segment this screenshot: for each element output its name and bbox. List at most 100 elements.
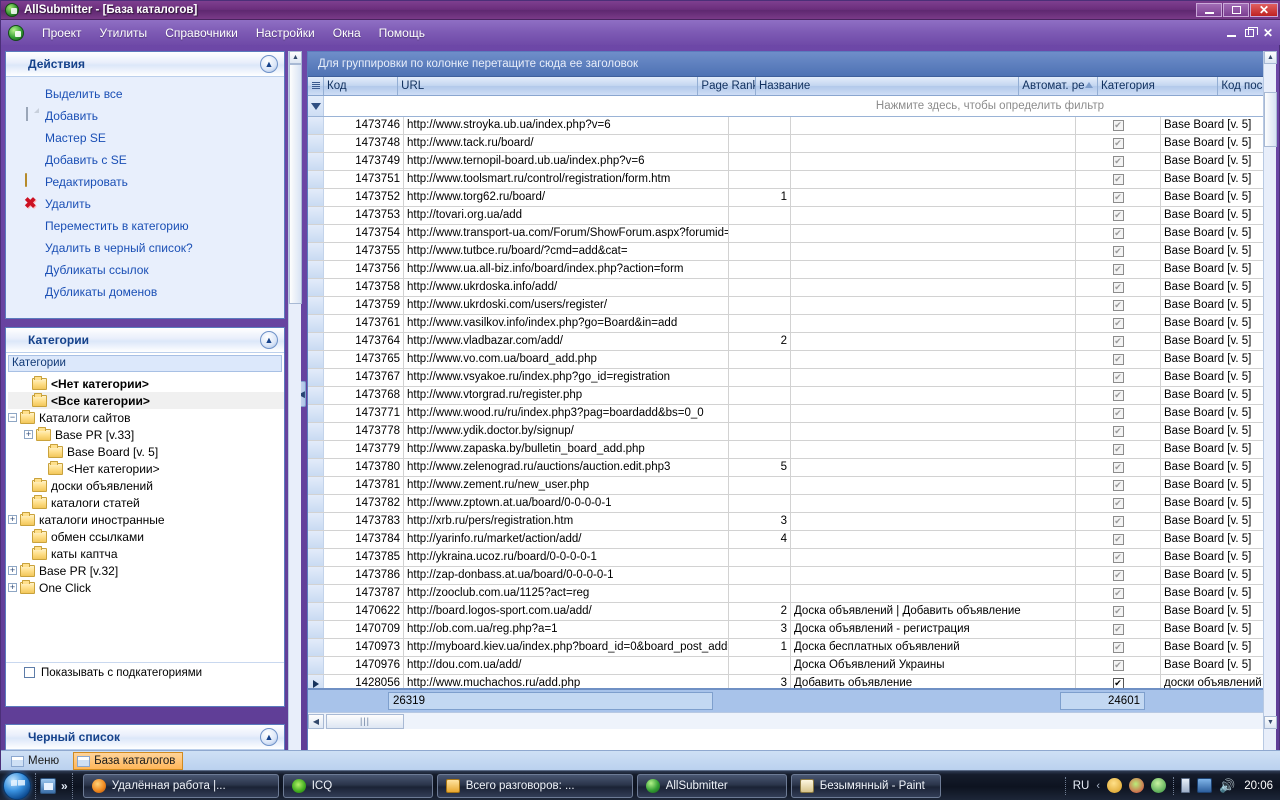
cell-url[interactable]: http://www.tack.ru/board/ <box>404 135 729 152</box>
cell-name[interactable]: Доска объявлений - регистрация <box>791 621 1076 638</box>
cell-url[interactable]: http://www.vo.com.ua/board_add.php <box>404 351 729 368</box>
tree-expander-collapse-icon[interactable]: − <box>8 413 17 422</box>
checkbox-icon[interactable] <box>1113 570 1124 581</box>
checkbox-icon[interactable] <box>1113 390 1124 401</box>
table-row[interactable]: 1473746http://www.stroyka.ub.ua/index.ph… <box>308 117 1274 135</box>
cell-category[interactable]: Base Board [v. 5] <box>1161 225 1274 242</box>
tree-node-foreign-catalogs[interactable]: + каталоги иностранные <box>8 511 284 528</box>
cell-name[interactable] <box>791 549 1076 566</box>
cell-pagerank[interactable] <box>729 387 791 404</box>
cell-auto-registration[interactable] <box>1076 423 1161 440</box>
row-indicator[interactable] <box>308 405 324 422</box>
cell-category[interactable]: Base Board [v. 5] <box>1161 279 1274 296</box>
cell-url[interactable]: http://www.tutbce.ru/board/?cmd=add&cat= <box>404 243 729 260</box>
taskbar-item-allsubmitter[interactable]: AllSubmitter <box>637 774 787 798</box>
cell-code[interactable]: 1473756 <box>324 261 404 278</box>
cell-auto-registration[interactable] <box>1076 207 1161 224</box>
column-header-code[interactable]: Код <box>324 77 398 95</box>
row-indicator[interactable] <box>308 297 324 314</box>
table-row[interactable]: 1473771http://www.wood.ru/ru/index.php3?… <box>308 405 1274 423</box>
action-add[interactable]: Добавить <box>6 105 284 127</box>
column-header-category[interactable]: Категория <box>1098 77 1218 95</box>
cell-auto-registration[interactable] <box>1076 153 1161 170</box>
cell-category[interactable]: Base Board [v. 5] <box>1161 423 1274 440</box>
cell-auto-registration[interactable] <box>1076 549 1161 566</box>
cell-name[interactable]: Доска бесплатных объявлений <box>791 639 1076 656</box>
cell-category[interactable]: Base Board [v. 5] <box>1161 621 1274 638</box>
cell-url[interactable]: http://www.wood.ru/ru/index.php3?pag=boa… <box>404 405 729 422</box>
checkbox-icon[interactable] <box>1113 138 1124 149</box>
row-indicator[interactable] <box>308 657 324 674</box>
cell-auto-registration[interactable] <box>1076 387 1161 404</box>
cell-pagerank[interactable]: 3 <box>729 621 791 638</box>
row-indicator[interactable] <box>308 513 324 530</box>
taskbar-item-remote-work[interactable]: Удалённая работа |... <box>83 774 279 798</box>
cell-code[interactable]: 1473758 <box>324 279 404 296</box>
cell-url[interactable]: http://xrb.ru/pers/registration.htm <box>404 513 729 530</box>
cell-pagerank[interactable] <box>729 297 791 314</box>
cell-url[interactable]: http://www.toolsmart.ru/control/registra… <box>404 171 729 188</box>
cell-url[interactable]: http://www.vladbazar.com/add/ <box>404 333 729 350</box>
cell-pagerank[interactable] <box>729 441 791 458</box>
cell-code[interactable]: 1473783 <box>324 513 404 530</box>
row-indicator[interactable] <box>308 315 324 332</box>
tree-node-base-pr-33[interactable]: + Base PR [v.33] <box>8 426 284 443</box>
cell-code[interactable]: 1473787 <box>324 585 404 602</box>
cell-pagerank[interactable] <box>729 243 791 260</box>
cell-url[interactable]: http://www.torg62.ru/board/ <box>404 189 729 206</box>
column-header-name[interactable]: Название <box>756 77 1019 95</box>
cell-code[interactable]: 1473768 <box>324 387 404 404</box>
checkbox-icon[interactable] <box>1113 552 1124 563</box>
row-indicator[interactable] <box>308 549 324 566</box>
cell-name[interactable] <box>791 171 1076 188</box>
table-row[interactable]: 1473782http://www.zptown.at.ua/board/0-0… <box>308 495 1274 513</box>
cell-code[interactable]: 1473764 <box>324 333 404 350</box>
cell-auto-registration[interactable] <box>1076 459 1161 476</box>
taskbar-item-icq[interactable]: ICQ <box>283 774 433 798</box>
cell-pagerank[interactable] <box>729 225 791 242</box>
categories-collapse-icon[interactable]: ▲ <box>260 331 278 349</box>
row-indicator[interactable] <box>308 207 324 224</box>
window-close-button[interactable]: ✕ <box>1250 3 1278 17</box>
cell-category[interactable]: Base Board [v. 5] <box>1161 405 1274 422</box>
checkbox-icon[interactable] <box>1113 606 1124 617</box>
checkbox-icon[interactable] <box>1113 210 1124 221</box>
cell-category[interactable]: Base Board [v. 5] <box>1161 477 1274 494</box>
cell-code[interactable]: 1473782 <box>324 495 404 512</box>
cell-code[interactable]: 1473749 <box>324 153 404 170</box>
tree-expander-expand-icon[interactable]: + <box>8 515 17 524</box>
cell-pagerank[interactable] <box>729 495 791 512</box>
table-row[interactable]: 1473754http://www.transport-ua.com/Forum… <box>308 225 1274 243</box>
cell-name[interactable] <box>791 531 1076 548</box>
cell-name[interactable] <box>791 261 1076 278</box>
cell-code[interactable]: 1473785 <box>324 549 404 566</box>
checkbox-icon[interactable] <box>1113 246 1124 257</box>
cell-name[interactable] <box>791 117 1076 134</box>
tree-node-site-catalogs[interactable]: − Каталоги сайтов <box>8 409 284 426</box>
checkbox-icon[interactable] <box>1113 480 1124 491</box>
cell-pagerank[interactable] <box>729 567 791 584</box>
menu-item-settings[interactable]: Настройки <box>247 23 324 43</box>
tree-node-message-boards[interactable]: доски объявлений <box>8 477 284 494</box>
cell-pagerank[interactable] <box>729 171 791 188</box>
cell-pagerank[interactable]: 3 <box>729 675 791 688</box>
table-row[interactable]: 1473759http://www.ukrdoski.com/users/reg… <box>308 297 1274 315</box>
table-row[interactable]: 1473781http://www.zement.ru/new_user.php… <box>308 477 1274 495</box>
cell-category[interactable]: Base Board [v. 5] <box>1161 387 1274 404</box>
system-clock[interactable]: 20:06 <box>1244 780 1273 792</box>
cell-auto-registration[interactable] <box>1076 639 1161 656</box>
cell-category[interactable]: Base Board [v. 5] <box>1161 297 1274 314</box>
action-edit[interactable]: Редактировать <box>6 171 284 193</box>
cell-url[interactable]: http://www.ternopil-board.ub.ua/index.ph… <box>404 153 729 170</box>
table-row[interactable]: 1473787http://zooclub.com.ua/1125?act=re… <box>308 585 1274 603</box>
cell-category[interactable]: Base Board [v. 5] <box>1161 657 1274 674</box>
taskbar-item-conversations[interactable]: Всего разговоров: ... <box>437 774 633 798</box>
cell-name[interactable]: Добавить объявление <box>791 675 1076 688</box>
cell-category[interactable]: Base Board [v. 5] <box>1161 135 1274 152</box>
actions-collapse-icon[interactable]: ▲ <box>260 55 278 73</box>
tree-expander-expand-icon[interactable]: + <box>8 583 17 592</box>
cell-pagerank[interactable]: 1 <box>729 639 791 656</box>
cell-pagerank[interactable] <box>729 585 791 602</box>
cell-auto-registration[interactable] <box>1076 189 1161 206</box>
cell-name[interactable] <box>791 225 1076 242</box>
